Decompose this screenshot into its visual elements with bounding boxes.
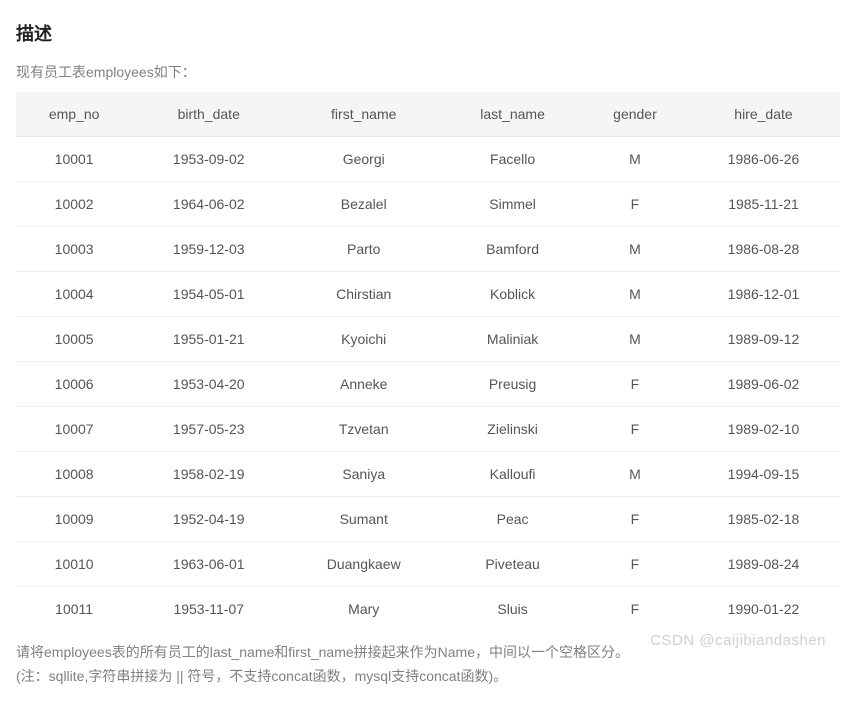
table-cell: 1986-08-28 [687,227,840,272]
table-cell: Facello [442,137,583,182]
table-cell: 1953-11-07 [132,587,285,632]
table-cell: M [583,227,687,272]
table-cell: 1990-01-22 [687,587,840,632]
problem-description: 请将employees表的所有员工的last_name和first_name拼接… [16,641,840,689]
table-cell: Saniya [285,452,442,497]
table-cell: 1953-04-20 [132,362,285,407]
table-cell: Piveteau [442,542,583,587]
column-header: last_name [442,92,583,137]
table-cell: Chirstian [285,272,442,317]
table-cell: Mary [285,587,442,632]
table-row: 100061953-04-20AnnekePreusigF1989-06-02 [16,362,840,407]
table-cell: 10009 [16,497,132,542]
table-cell: 1957-05-23 [132,407,285,452]
table-cell: 1986-12-01 [687,272,840,317]
table-cell: Simmel [442,182,583,227]
table-cell: 1985-11-21 [687,182,840,227]
description-line-1: 请将employees表的所有员工的last_name和first_name拼接… [16,641,840,665]
table-row: 100081958-02-19SaniyaKalloufiM1994-09-15 [16,452,840,497]
table-cell: 1963-06-01 [132,542,285,587]
table-cell: 10011 [16,587,132,632]
column-header: hire_date [687,92,840,137]
column-header: first_name [285,92,442,137]
table-cell: 1959-12-03 [132,227,285,272]
table-cell: F [583,407,687,452]
table-cell: Tzvetan [285,407,442,452]
table-cell: 10003 [16,227,132,272]
table-cell: Duangkaew [285,542,442,587]
table-cell: 10002 [16,182,132,227]
table-cell: M [583,317,687,362]
table-cell: F [583,182,687,227]
table-row: 100031959-12-03PartoBamfordM1986-08-28 [16,227,840,272]
table-cell: M [583,137,687,182]
table-cell: Peac [442,497,583,542]
table-cell: Bamford [442,227,583,272]
table-cell: 10004 [16,272,132,317]
section-heading: 描述 [16,20,840,46]
table-header-row: emp_nobirth_datefirst_namelast_namegende… [16,92,840,137]
table-row: 100021964-06-02BezalelSimmelF1985-11-21 [16,182,840,227]
table-cell: 1955-01-21 [132,317,285,362]
employees-table: emp_nobirth_datefirst_namelast_namegende… [16,92,840,631]
table-cell: F [583,362,687,407]
table-cell: M [583,272,687,317]
table-cell: 1953-09-02 [132,137,285,182]
table-cell: 1989-06-02 [687,362,840,407]
table-row: 100091952-04-19SumantPeacF1985-02-18 [16,497,840,542]
table-cell: Anneke [285,362,442,407]
table-cell: 1954-05-01 [132,272,285,317]
table-cell: Bezalel [285,182,442,227]
table-cell: 10007 [16,407,132,452]
table-cell: 10010 [16,542,132,587]
table-cell: 1964-06-02 [132,182,285,227]
table-cell: F [583,587,687,632]
table-cell: 10001 [16,137,132,182]
table-cell: 1994-09-15 [687,452,840,497]
table-cell: Georgi [285,137,442,182]
table-cell: 10006 [16,362,132,407]
description-line-2: (注：sqllite,字符串拼接为 || 符号，不支持concat函数，mysq… [16,665,840,689]
table-cell: M [583,452,687,497]
column-header: gender [583,92,687,137]
table-cell: 1958-02-19 [132,452,285,497]
table-row: 100071957-05-23TzvetanZielinskiF1989-02-… [16,407,840,452]
table-cell: 1989-08-24 [687,542,840,587]
table-cell: Zielinski [442,407,583,452]
table-cell: 10008 [16,452,132,497]
column-header: birth_date [132,92,285,137]
table-cell: F [583,542,687,587]
table-cell: Kyoichi [285,317,442,362]
table-cell: F [583,497,687,542]
table-row: 100111953-11-07MarySluisF1990-01-22 [16,587,840,632]
table-cell: Parto [285,227,442,272]
table-cell: 1985-02-18 [687,497,840,542]
table-cell: Kalloufi [442,452,583,497]
table-cell: Sluis [442,587,583,632]
column-header: emp_no [16,92,132,137]
table-cell: 1986-06-26 [687,137,840,182]
table-cell: Koblick [442,272,583,317]
intro-text: 现有员工表employees如下： [16,62,840,82]
table-cell: Preusig [442,362,583,407]
table-row: 100011953-09-02GeorgiFacelloM1986-06-26 [16,137,840,182]
table-cell: 1989-09-12 [687,317,840,362]
table-cell: 1989-02-10 [687,407,840,452]
table-row: 100101963-06-01DuangkaewPiveteauF1989-08… [16,542,840,587]
table-row: 100041954-05-01ChirstianKoblickM1986-12-… [16,272,840,317]
table-cell: 1952-04-19 [132,497,285,542]
table-cell: 10005 [16,317,132,362]
table-cell: Sumant [285,497,442,542]
table-cell: Maliniak [442,317,583,362]
table-row: 100051955-01-21KyoichiMaliniakM1989-09-1… [16,317,840,362]
